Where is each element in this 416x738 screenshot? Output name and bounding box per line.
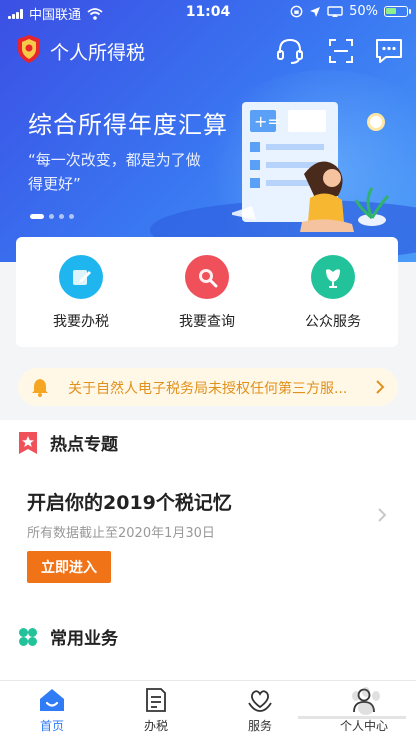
tulip-icon <box>311 255 355 299</box>
home-icon <box>40 689 64 711</box>
status-bar: 中国联通 11:04 50% <box>0 0 416 24</box>
quick-action-file-tax[interactable]: 我要办税 <box>26 255 136 331</box>
scan-icon[interactable] <box>326 36 356 66</box>
clover-icon <box>19 627 37 646</box>
app-title: 个人所得税 <box>50 42 146 64</box>
hero-banner[interactable]: 中国联通 11:04 50% 个人所得税 综合所得年度汇算 “每一次改变，都是为… <box>0 0 416 262</box>
banner-title: 综合所得年度汇算 <box>28 111 228 139</box>
heart-hands-icon <box>248 690 272 712</box>
hot-topic-title[interactable]: 开启你的2019个税记忆 <box>27 488 232 515</box>
banner-illustration: += <box>232 102 390 232</box>
tab-label: 办税 <box>143 719 168 733</box>
baidu-paw-watermark <box>298 687 406 719</box>
carousel-dot[interactable] <box>59 214 64 219</box>
chevron-right-icon[interactable] <box>376 506 388 524</box>
hot-topics-heading: 热点专题 <box>50 435 118 455</box>
battery-icon <box>384 6 411 17</box>
carousel-dots[interactable] <box>30 214 74 219</box>
chevron-right-icon <box>376 380 385 394</box>
pencil-icon <box>59 255 103 299</box>
quick-action-label: 我要办税 <box>53 314 109 330</box>
common-services-heading: 常用业务 <box>50 629 118 649</box>
svg-text:+=: += <box>254 112 281 131</box>
quick-action-query[interactable]: 我要查询 <box>152 255 262 331</box>
tab-tax[interactable]: 办税 <box>104 681 208 738</box>
banner-subtitle: “每一次改变，都是为了做得更好” <box>28 151 201 193</box>
quick-action-label: 我要查询 <box>179 314 235 330</box>
quick-action-public-service[interactable]: 公众服务 <box>278 255 388 331</box>
hot-topic-subtitle: 所有数据截止至2020年1月30日 <box>27 526 215 541</box>
tab-home[interactable]: 首页 <box>0 681 104 738</box>
location-icon <box>310 6 321 17</box>
screen-mirror-icon <box>327 5 343 17</box>
tab-label: 首页 <box>39 719 64 733</box>
top-bar: 个人所得税 <box>0 28 416 72</box>
enter-now-button[interactable]: 立即进入 <box>27 551 111 583</box>
message-icon[interactable] <box>374 36 404 66</box>
document-icon <box>146 688 166 712</box>
magnifier-icon <box>185 255 229 299</box>
battery-percent: 50% <box>349 4 378 19</box>
notice-bar[interactable]: 关于自然人电子税务局未授权任何第三方服... <box>18 368 398 406</box>
carousel-dot[interactable] <box>49 214 54 219</box>
carousel-dot[interactable] <box>69 214 74 219</box>
headset-icon[interactable] <box>275 36 305 66</box>
section-hot-topics: 热点专题 <box>18 430 118 455</box>
tax-emblem-logo <box>18 35 40 63</box>
rotation-lock-icon <box>290 5 303 18</box>
hot-topic-badge-icon <box>19 431 37 454</box>
bell-icon <box>32 379 48 397</box>
carousel-dot[interactable] <box>30 214 44 219</box>
quick-actions-card: 我要办税 我要查询 公众服务 <box>16 237 398 347</box>
section-common-services: 常用业务 <box>18 624 118 649</box>
notice-text: 关于自然人电子税务局未授权任何第三方服... <box>68 381 348 397</box>
quick-action-label: 公众服务 <box>305 314 361 330</box>
